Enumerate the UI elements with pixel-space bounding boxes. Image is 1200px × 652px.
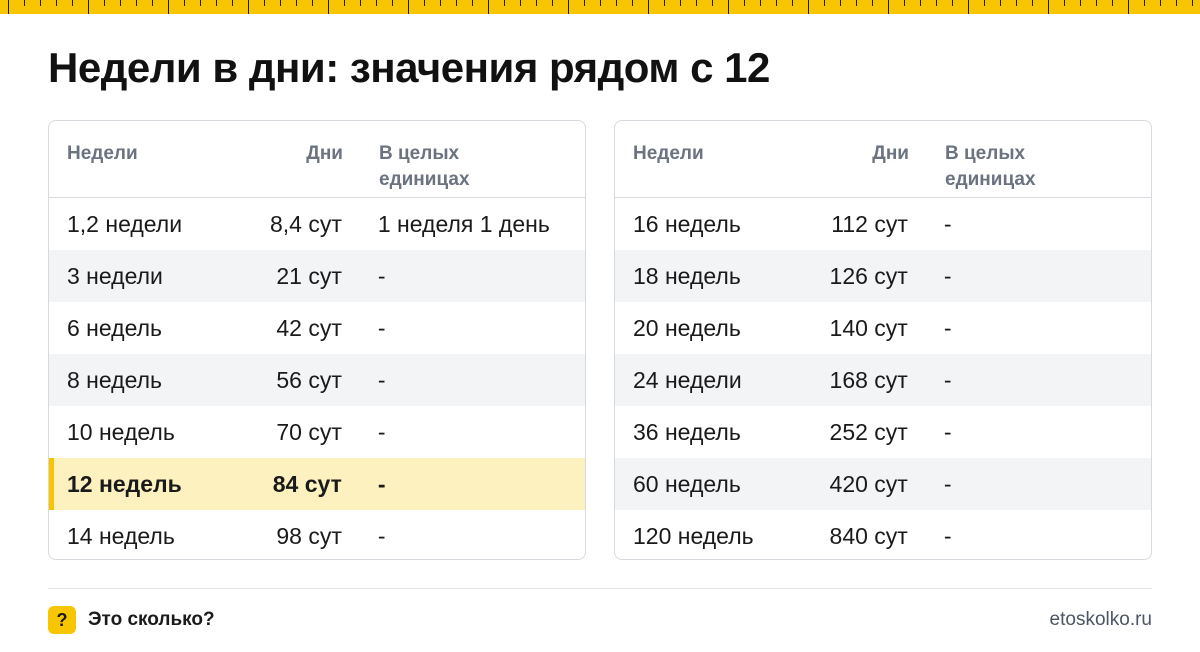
table-row: 3 недели 21 сут -: [49, 250, 585, 302]
table-row: 60 недель 420 сут -: [615, 458, 1151, 510]
question-mark-icon: ?: [48, 606, 76, 634]
ruler-decoration: [0, 0, 1200, 14]
cell-weeks: 16 недель: [633, 210, 741, 237]
brand-name: Это сколько?: [88, 609, 215, 630]
header-days: Дни: [872, 143, 909, 164]
cell-whole-units: -: [377, 314, 386, 341]
cell-whole-units: -: [943, 262, 952, 289]
table-row: 24 недели 168 сут -: [615, 354, 1151, 406]
cell-whole-units: -: [943, 522, 952, 549]
table-body: 16 недель 112 сут -18 недель 126 сут -20 нед…: [615, 198, 1151, 559]
cell-days: 126 сут: [829, 262, 908, 289]
cell-weeks: 6 недель: [67, 314, 163, 341]
cell-weeks: 120 недель: [633, 522, 754, 549]
cell-weeks: 14 недель: [67, 522, 175, 549]
cell-days: 112 сут: [831, 210, 908, 237]
cell-days: 168 сут: [829, 366, 908, 393]
table-row: 8 недель 56 сут -: [49, 354, 585, 406]
cell-days: 98 сут: [276, 522, 342, 549]
cell-days: 84 сут: [272, 470, 342, 497]
cell-days: 840 сут: [829, 522, 908, 549]
header-weeks: Недели: [633, 143, 704, 164]
cell-days: 21 сут: [276, 262, 342, 289]
cell-days: 140 сут: [829, 314, 908, 341]
table-row: 36 недель 252 сут -: [615, 406, 1151, 458]
cell-days: 70 сут: [276, 418, 342, 445]
cell-weeks: 24 недели: [633, 366, 742, 393]
cell-whole-units: -: [943, 470, 952, 497]
brand[interactable]: ? Это сколько?: [48, 606, 215, 634]
cell-days: 8,4 сут: [269, 210, 342, 237]
cell-whole-units: -: [377, 470, 386, 497]
header-days: Дни: [306, 143, 343, 164]
table-header: Недели Дни В целых единицах: [615, 121, 1151, 198]
cell-whole-units: -: [377, 418, 386, 445]
cell-whole-units: -: [943, 418, 952, 445]
table-row: 20 недель 140 сут -: [615, 302, 1151, 354]
cell-weeks: 18 недель: [633, 262, 741, 289]
table-row: 14 недель 98 сут -: [49, 510, 585, 559]
cell-days: 252 сут: [829, 418, 908, 445]
cell-weeks: 20 недель: [633, 314, 741, 341]
table-row: 18 недель 126 сут -: [615, 250, 1151, 302]
cell-weeks: 12 недель: [67, 470, 182, 497]
header-weeks: Недели: [67, 143, 138, 164]
cell-whole-units: -: [377, 262, 386, 289]
cell-weeks: 60 недель: [633, 470, 741, 497]
cell-weeks: 1,2 недели: [67, 210, 183, 237]
cell-whole-units: -: [377, 366, 386, 393]
cell-days: 420 сут: [829, 470, 908, 497]
cell-weeks: 3 недели: [67, 262, 163, 289]
table-body: 1,2 недели 8,4 сут 1 неделя 1 день 3 недели…: [49, 198, 585, 559]
table-row: 6 недель 42 сут -: [49, 302, 585, 354]
cell-whole-units: 1 неделя 1 день: [377, 210, 550, 237]
table-row-highlighted: 12 недель 84 сут -: [49, 458, 585, 510]
cell-weeks: 36 недель: [633, 418, 741, 445]
cell-days: 56 сут: [276, 366, 342, 393]
site-link[interactable]: etoskolko.ru: [1050, 609, 1152, 631]
cell-whole-units: -: [943, 210, 952, 237]
conversion-table-left: Недели Дни В целых единицах 1,2 недели 8,…: [48, 120, 586, 560]
footer-divider: [48, 588, 1152, 589]
header-whole-units: В целых единицах: [379, 143, 470, 190]
table-row: 10 недель 70 сут -: [49, 406, 585, 458]
cell-whole-units: -: [943, 314, 952, 341]
cell-days: 42 сут: [276, 314, 342, 341]
cell-weeks: 8 недель: [67, 366, 163, 393]
cell-weeks: 10 недель: [67, 418, 175, 445]
table-row: 1,2 недели 8,4 сут 1 неделя 1 день: [49, 198, 585, 250]
table-row: 16 недель 112 сут -: [615, 198, 1151, 250]
table-row: 120 недель 840 сут -: [615, 510, 1151, 559]
cell-whole-units: -: [943, 366, 952, 393]
header-whole-units: В целых единицах: [945, 143, 1036, 190]
cell-whole-units: -: [377, 522, 386, 549]
table-header: Недели Дни В целых единицах: [49, 121, 585, 198]
conversion-table-right: Недели Дни В целых единицах 16 недель 112…: [614, 120, 1152, 560]
page-title: Недели в дни: значения рядом с 12: [48, 44, 770, 91]
